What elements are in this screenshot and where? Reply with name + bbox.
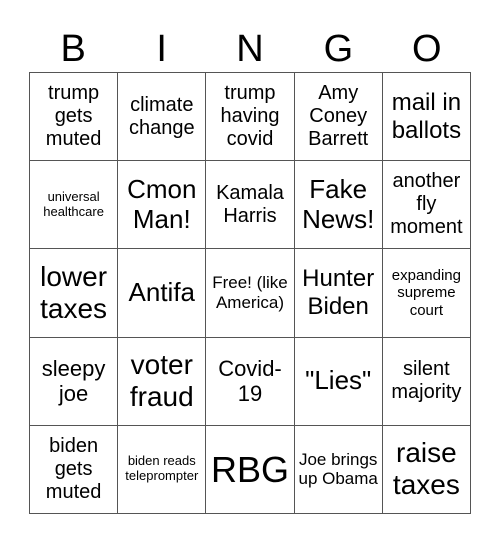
header-letter-o: O: [412, 28, 442, 70]
cell-text: raise taxes: [392, 437, 460, 501]
cell-text: biden gets muted: [45, 434, 102, 503]
bingo-cell[interactable]: RBG: [206, 425, 295, 514]
bingo-cell[interactable]: Kamala Harris: [206, 161, 295, 250]
bingo-cell[interactable]: raise taxes: [382, 425, 471, 514]
cell-text: another fly moment: [390, 170, 463, 239]
cell-text: trump gets muted: [45, 82, 102, 151]
bingo-cell[interactable]: Antifa: [118, 249, 207, 338]
cell-text: mail in ballots: [391, 89, 462, 144]
cell-text: biden reads teleprompter: [125, 453, 199, 484]
bingo-cell[interactable]: universal healthcare: [30, 161, 119, 250]
bingo-cell[interactable]: "Lies": [294, 337, 383, 426]
header-letter-b: B: [60, 28, 86, 70]
bingo-cell[interactable]: Hunter Biden: [294, 249, 383, 338]
bingo-cell[interactable]: expanding supreme court: [382, 249, 471, 338]
header-letter-i: I: [156, 28, 167, 70]
bingo-cell[interactable]: Amy Coney Barrett: [294, 73, 383, 162]
cell-text: "Lies": [305, 365, 372, 396]
bingo-cell[interactable]: biden reads teleprompter: [118, 425, 207, 514]
bingo-cell[interactable]: trump gets muted: [30, 73, 119, 162]
cell-text: Covid-19: [218, 355, 282, 407]
bingo-cell[interactable]: trump having covid: [206, 73, 295, 162]
bingo-cell[interactable]: Covid-19: [206, 337, 295, 426]
cell-text: RBG: [210, 448, 289, 490]
bingo-cell[interactable]: voter fraud: [118, 337, 207, 426]
cell-text: climate change: [128, 93, 195, 139]
cell-text: voter fraud: [129, 349, 194, 413]
bingo-cell[interactable]: Free! (like America): [206, 249, 295, 338]
bingo-grid: trump gets muted climate change trump ha…: [29, 72, 471, 514]
bingo-cell[interactable]: mail in ballots: [382, 73, 471, 162]
cell-text: Antifa: [128, 277, 196, 308]
cell-text: universal healthcare: [43, 188, 104, 219]
cell-text: Cmon Man!: [127, 173, 197, 234]
bingo-cell[interactable]: Joe brings up Obama: [294, 425, 383, 514]
cell-text: Hunter Biden: [302, 265, 375, 320]
bingo-cell[interactable]: sleepy joe: [30, 337, 119, 426]
bingo-cell[interactable]: Cmon Man!: [118, 161, 207, 250]
cell-text: Amy Coney Barrett: [308, 82, 369, 151]
bingo-header: B I N G O: [29, 26, 471, 72]
cell-text: trump having covid: [220, 82, 280, 151]
bingo-cell[interactable]: biden gets muted: [30, 425, 119, 514]
bingo-cell[interactable]: lower taxes: [30, 249, 119, 338]
cell-text: silent majority: [391, 358, 462, 404]
cell-text: Joe brings up Obama: [298, 449, 378, 489]
cell-text: Free! (like America): [212, 273, 288, 312]
header-letter-g: G: [323, 28, 354, 70]
bingo-cell[interactable]: climate change: [118, 73, 207, 162]
cell-text: Kamala Harris: [216, 181, 284, 227]
bingo-cell[interactable]: another fly moment: [382, 161, 471, 250]
cell-text: lower taxes: [40, 260, 108, 324]
cell-text: Fake News!: [302, 173, 375, 234]
header-letter-n: N: [236, 28, 264, 70]
cell-text: expanding supreme court: [391, 267, 461, 319]
bingo-cell[interactable]: Fake News!: [294, 161, 383, 250]
cell-text: sleepy joe: [41, 355, 106, 407]
bingo-cell[interactable]: silent majority: [382, 337, 471, 426]
